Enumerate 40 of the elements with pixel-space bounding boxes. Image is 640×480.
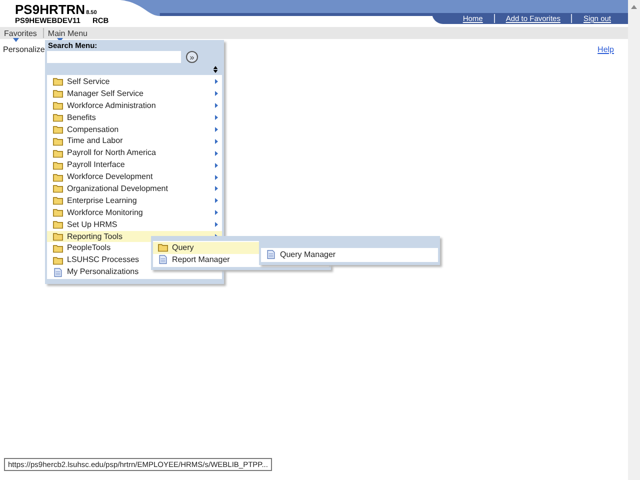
search-go-button[interactable]: » xyxy=(186,51,198,63)
submenu-arrow-icon xyxy=(215,198,218,204)
menu-item[interactable]: Organizational Development xyxy=(47,183,222,195)
menu-item[interactable]: Query Manager xyxy=(261,249,438,261)
submenu-arrow-icon xyxy=(215,79,218,84)
help-link[interactable]: Help xyxy=(598,45,614,54)
menu-item[interactable]: Enterprise Learning xyxy=(47,194,222,207)
menu-item[interactable]: Workforce Administration xyxy=(47,100,222,112)
menu-item[interactable]: Set Up HRMS xyxy=(47,218,222,231)
submenu-arrow-icon xyxy=(215,210,218,216)
menu-item[interactable]: My Personalizations xyxy=(47,266,222,278)
submenu-arrow-icon xyxy=(215,162,218,168)
document-icon xyxy=(158,255,168,264)
submenu-arrow-icon xyxy=(215,186,218,192)
submenu-arrow-icon xyxy=(215,91,218,96)
scrollbar[interactable] xyxy=(628,0,640,480)
submenu-arrow-icon xyxy=(215,138,218,144)
submenu-arrow-icon xyxy=(215,103,218,108)
document-icon xyxy=(53,268,63,277)
dropdown-arrow-icon xyxy=(13,38,19,42)
menu-item[interactable]: Workforce Development xyxy=(47,171,222,184)
menu-item[interactable]: Time and Labor xyxy=(47,135,222,148)
submenu-arrow-icon xyxy=(215,174,218,180)
menu-item[interactable]: Self Service xyxy=(47,76,222,88)
sort-arrows-icon[interactable] xyxy=(213,66,218,73)
menu-item[interactable]: Payroll Interface xyxy=(47,159,222,172)
page-title: Personalize xyxy=(3,45,45,54)
menu-item[interactable]: Manager Self Service xyxy=(47,88,222,100)
submenu-arrow-icon xyxy=(215,222,218,228)
menu-bar-item[interactable]: Favorites xyxy=(4,28,41,38)
document-icon xyxy=(266,250,276,260)
search-field[interactable] xyxy=(47,51,181,63)
menu-item[interactable]: Benefits xyxy=(47,112,222,124)
submenu-arrow-icon xyxy=(215,150,218,156)
menu-item[interactable]: Workforce Monitoring xyxy=(47,206,222,219)
menu-item[interactable]: Payroll for North America xyxy=(47,147,222,160)
submenu-arrow-icon xyxy=(215,115,218,120)
system-name: PS9HRTRN xyxy=(15,3,86,16)
menu-item[interactable]: Compensation xyxy=(47,124,222,136)
submenu-arrow-icon xyxy=(215,127,218,132)
